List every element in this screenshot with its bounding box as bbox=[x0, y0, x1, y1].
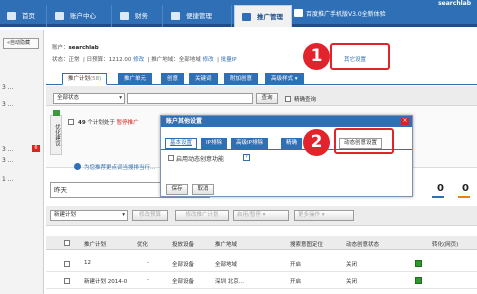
search-input[interactable] bbox=[127, 93, 253, 104]
grid-icon bbox=[242, 13, 251, 21]
chevron-down-icon: ▾ bbox=[119, 95, 122, 101]
play-icon[interactable] bbox=[415, 277, 422, 284]
enable-dynamic-creative-label: 启用动态创意功能 bbox=[176, 156, 225, 163]
nav-tab-promotion-manage[interactable]: 推广管理 bbox=[234, 5, 292, 27]
exact-query-checkbox[interactable] bbox=[285, 96, 291, 102]
left-item[interactable]: 3 ... bbox=[2, 157, 13, 164]
chevron-down-icon: ▾ bbox=[122, 212, 125, 218]
optimize-checkbox[interactable] bbox=[68, 119, 74, 125]
callout-step-1: 1 bbox=[303, 43, 330, 70]
edit-region-link[interactable]: 修改 bbox=[203, 57, 214, 63]
status-select[interactable]: 全部状态 ▾ bbox=[53, 93, 125, 104]
nav-tab-convenient-manage[interactable]: 便捷管理 bbox=[164, 5, 232, 27]
tab-advanced-style[interactable]: 高级样式 ▾ bbox=[265, 73, 304, 85]
row-checkbox[interactable] bbox=[64, 278, 70, 284]
tip-link[interactable]: 为您推荐更点词当搜排当行... bbox=[84, 163, 155, 171]
left-item[interactable]: 3 ... bbox=[2, 84, 13, 91]
row-dynamic: 关闭 bbox=[346, 262, 358, 268]
left-item[interactable]: 3 ... bbox=[2, 146, 13, 153]
row-region: 深圳 北京... bbox=[215, 279, 244, 285]
info-icon bbox=[74, 163, 81, 170]
table-header bbox=[46, 236, 477, 250]
account-line: 账户：searchlab bbox=[52, 45, 99, 51]
optimize-text: 49 个计划处于 暂停推广 bbox=[78, 120, 139, 126]
nav-tab-finance[interactable]: 财务 bbox=[113, 5, 163, 27]
row-region: 全部地域 bbox=[215, 262, 238, 268]
row-checkbox[interactable] bbox=[64, 261, 70, 267]
row-optimize: - bbox=[147, 260, 149, 266]
left-item[interactable]: 1 ... bbox=[2, 176, 13, 183]
account-name: searchlab bbox=[68, 45, 99, 51]
col-optimize[interactable]: 优化 bbox=[137, 240, 148, 248]
new-plan-select[interactable]: 新建计划 ▾ bbox=[50, 210, 128, 221]
metric-bar bbox=[432, 196, 444, 198]
tab-exact[interactable]: 精确 bbox=[281, 138, 303, 149]
save-button[interactable]: 保存 bbox=[166, 184, 188, 195]
mobile-icon bbox=[294, 9, 303, 17]
metric-bar bbox=[458, 196, 470, 198]
account-status-line: 状态：正常 | 日预算：1212.00 修改 | 推广地域：全部地域 修改 | … bbox=[52, 57, 237, 63]
metric-value: 0 bbox=[437, 183, 444, 194]
edit-budget-button[interactable]: 修改预算 bbox=[132, 210, 168, 221]
auto-hide-button[interactable]: «自动隐藏 bbox=[3, 38, 39, 49]
region-value: 全部地域 bbox=[178, 57, 201, 63]
row-device: 全部设备 bbox=[172, 262, 195, 268]
account-icon bbox=[55, 12, 64, 20]
tab-adgroup[interactable]: 推广单元 bbox=[118, 73, 153, 85]
row-intent: 开启 bbox=[290, 279, 302, 285]
optimize-side-label[interactable]: 优化建议 bbox=[50, 115, 62, 155]
query-button[interactable]: 查询 bbox=[256, 93, 278, 104]
more-actions-select[interactable]: 更多操作 ▾ bbox=[294, 210, 354, 221]
play-icon[interactable] bbox=[415, 260, 422, 267]
left-item[interactable]: 3 ... bbox=[2, 101, 13, 108]
highlight-box-dynamic-creative bbox=[334, 128, 394, 154]
col-intent[interactable]: 搜索意图定位 bbox=[290, 240, 323, 248]
tab-creative[interactable]: 创意 bbox=[161, 73, 185, 85]
metric-value: 0 bbox=[462, 183, 469, 194]
username[interactable]: searchlab bbox=[438, 0, 471, 7]
exact-query-label: 精确查询 bbox=[294, 97, 317, 103]
enable-dynamic-creative-checkbox[interactable] bbox=[168, 155, 174, 161]
enable-pause-select[interactable]: 启用/暂停 ▾ bbox=[233, 210, 289, 221]
optimize-icon bbox=[53, 110, 60, 116]
row-dynamic: 关闭 bbox=[346, 279, 358, 285]
col-conversion[interactable]: 转化(网页) bbox=[432, 240, 458, 248]
ip-exclude-link[interactable]: 批量IP bbox=[221, 57, 237, 63]
row-optimize: - bbox=[147, 277, 149, 283]
close-icon[interactable]: × bbox=[401, 118, 409, 125]
tab-campaign[interactable]: 推广计划(58) bbox=[62, 73, 108, 85]
select-all-checkbox[interactable] bbox=[64, 240, 70, 246]
home-icon bbox=[7, 12, 16, 20]
tab-ip-exclude[interactable]: IP排除 bbox=[201, 138, 227, 149]
budget-value: 1212.00 bbox=[108, 57, 132, 63]
nav-tab-home[interactable]: 首页 bbox=[0, 5, 47, 27]
row-intent: 开启 bbox=[290, 262, 302, 268]
edit-plan-button[interactable]: 修改推广计划 bbox=[175, 210, 229, 221]
count-badge: 6 bbox=[32, 145, 40, 152]
finance-icon bbox=[120, 12, 129, 20]
tab-extra-creative[interactable]: 附加创意 bbox=[224, 73, 259, 85]
promo-banner[interactable]: 百度推广手机版V3.0全新体验 bbox=[306, 9, 386, 18]
callout-step-2: 2 bbox=[303, 129, 330, 156]
status-value: 正常 bbox=[68, 57, 80, 63]
col-plan[interactable]: 推广计划 bbox=[84, 240, 106, 248]
tools-icon bbox=[171, 12, 180, 20]
col-dynamic-status[interactable]: 动态创意状态 bbox=[346, 240, 379, 248]
highlight-box-other-settings bbox=[330, 43, 390, 70]
table-row bbox=[46, 256, 477, 272]
edit-budget-link[interactable]: 修改 bbox=[133, 57, 144, 63]
col-device[interactable]: 投放设备 bbox=[172, 240, 194, 248]
row-device: 全部设备 bbox=[172, 279, 195, 285]
cancel-button[interactable]: 取消 bbox=[192, 184, 214, 195]
tab-keyword[interactable]: 关键词 bbox=[189, 73, 218, 85]
row-plan-link[interactable]: 新建计划 2014-0 bbox=[84, 277, 127, 285]
nav-tab-account-center[interactable]: 账户中心 bbox=[48, 5, 112, 27]
col-region[interactable]: 推广地域 bbox=[215, 240, 237, 248]
row-plan-link[interactable]: 12 bbox=[84, 260, 91, 266]
dialog-title: 账户其他设置 bbox=[161, 116, 412, 127]
subtab-bar bbox=[46, 73, 477, 85]
tab-basic-settings[interactable]: 基本设置 bbox=[165, 138, 198, 149]
tab-advanced-ip-exclude[interactable]: 高级IP排除 bbox=[231, 138, 268, 149]
help-icon[interactable]: ? bbox=[243, 154, 250, 161]
